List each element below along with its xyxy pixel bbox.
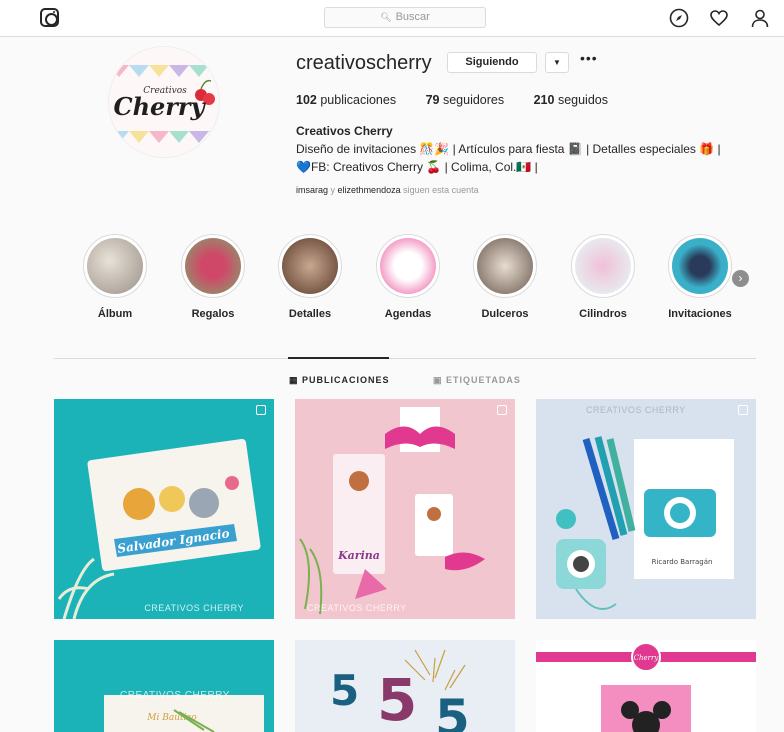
search-icon: 🔍︎ <box>380 12 392 22</box>
post-watermark: CREATIVOS CHERRY <box>307 603 407 613</box>
tab-posts-label: PUBLICACIONES <box>302 375 390 385</box>
carousel-icon <box>256 405 266 415</box>
highlight-ring <box>83 234 147 298</box>
highlight-ring <box>571 234 635 298</box>
highlight-thumbnail <box>87 238 143 294</box>
highlight-label: Dulceros <box>481 308 529 320</box>
top-nav: 🔍︎ Buscar <box>0 0 784 37</box>
posts-label: publicaciones <box>320 93 397 107</box>
post-2-image: Karina <box>299 407 485 615</box>
post-1-image: Salvador Ignacio <box>57 438 261 619</box>
post-4[interactable]: Mi Bautizo CREATIVOS CHERRY <box>54 640 274 732</box>
post-5-number: 5 <box>330 666 359 715</box>
post-6-image: Cherry <box>536 642 756 732</box>
highlight-ring <box>668 234 732 298</box>
more-options-icon[interactable]: ••• <box>580 50 598 66</box>
highlight-ring <box>278 234 342 298</box>
suggestions-dropdown-button[interactable]: ▼ <box>545 52 569 73</box>
avatar-logo: Creativos Cherry <box>109 47 219 157</box>
post-1[interactable]: Salvador Ignacio CREATIVOS CHERRY <box>54 399 274 619</box>
post-5-image: 5 5 5 <box>330 649 470 732</box>
highlight-ring <box>376 234 440 298</box>
profile-icon[interactable] <box>750 8 770 28</box>
post-watermark: CREATIVOS CHERRY <box>120 690 230 701</box>
post-6-brand: Cherry <box>634 654 660 662</box>
carousel-icon <box>497 405 507 415</box>
followers-count: 79 <box>425 93 440 107</box>
followed-by-suffix: siguen esta cuenta <box>403 185 479 195</box>
followed-by-user-1[interactable]: imsarag <box>296 185 328 195</box>
post-5[interactable]: 5 5 5 <box>295 640 515 732</box>
highlight-label: Cilindros <box>579 308 627 320</box>
post-4-image: Mi Bautizo <box>104 695 264 732</box>
post-3-image: Ricardo Barragán <box>556 436 734 610</box>
highlight-label: Detalles <box>288 308 332 320</box>
highlight-thumbnail <box>672 238 728 294</box>
highlight-thumbnail <box>282 238 338 294</box>
highlight-label: Regalos <box>191 308 235 320</box>
followed-by-user-2[interactable]: elizethmendoza <box>338 185 401 195</box>
bio-line-1: Diseño de invitaciones 🎊🎉 | Artículos pa… <box>296 142 721 156</box>
profile-full-name: Creativos Cherry <box>296 124 393 138</box>
highlight-thumbnail <box>575 238 631 294</box>
heart-icon[interactable] <box>709 8 729 28</box>
followed-by: imsarag y elizethmendoza siguen esta cue… <box>296 185 479 195</box>
following-stat[interactable]: 210 seguidos <box>534 93 608 107</box>
active-tab-indicator <box>288 357 389 359</box>
search-placeholder: Buscar <box>395 11 430 23</box>
tab-tagged[interactable]: ▣ ETIQUETADAS <box>433 375 521 386</box>
post-5-number-right: 5 <box>435 689 470 732</box>
posts-stat[interactable]: 102 publicaciones <box>296 93 396 107</box>
post-3-name: Ricardo Barragán <box>652 558 713 566</box>
profile-username: creativoscherry <box>296 52 432 74</box>
following-count: 210 <box>533 93 555 107</box>
highlight-album[interactable]: Álbum <box>70 234 160 320</box>
highlight-detalles[interactable]: Detalles <box>265 234 355 320</box>
followed-by-sep: y <box>330 185 336 195</box>
following-button[interactable]: Siguiendo <box>447 52 537 73</box>
post-2-name: Karina <box>337 549 380 562</box>
highlight-agendas[interactable]: Agendas <box>363 234 453 320</box>
highlights-next-arrow-icon[interactable]: › <box>732 270 749 287</box>
post-watermark: CREATIVOS CHERRY <box>586 405 686 415</box>
profile-bio: Creativos Cherry Diseño de invitaciones … <box>296 122 721 176</box>
following-label: seguidos <box>557 93 608 107</box>
profile-avatar[interactable]: Creativos Cherry <box>108 46 220 158</box>
compass-icon[interactable] <box>669 8 689 28</box>
followers-label: seguidores <box>442 93 505 107</box>
instagram-icon[interactable] <box>40 8 59 27</box>
tagged-icon: ▣ <box>433 375 443 385</box>
post-2[interactable]: Karina CREATIVOS CHERRY <box>295 399 515 619</box>
highlight-label: Invitaciones <box>668 308 732 320</box>
chevron-down-icon: ▼ <box>553 58 561 67</box>
post-6[interactable]: Cherry <box>536 640 756 732</box>
profile-stats: 102 publicaciones 79 seguidores 210 segu… <box>296 93 634 107</box>
post-watermark: CREATIVOS CHERRY <box>144 603 244 613</box>
search-input[interactable]: 🔍︎ Buscar <box>324 7 486 28</box>
posts-count: 102 <box>296 93 317 107</box>
followers-stat[interactable]: 79 seguidores <box>426 93 505 107</box>
tabs-divider <box>54 358 756 359</box>
bio-line-2: 💙FB: Creativos Cherry 🍒 | Colima, Col.🇲🇽… <box>296 160 538 174</box>
post-5-number-big: 5 <box>377 666 417 732</box>
highlight-ring <box>181 234 245 298</box>
highlight-thumbnail <box>185 238 241 294</box>
highlight-label: Álbum <box>97 308 133 320</box>
highlight-dulceros[interactable]: Dulceros <box>460 234 550 320</box>
carousel-icon <box>738 405 748 415</box>
tab-posts[interactable]: ▦ PUBLICACIONES <box>289 375 390 386</box>
grid-icon: ▦ <box>289 375 299 385</box>
highlight-regalos[interactable]: Regalos <box>168 234 258 320</box>
tab-tagged-label: ETIQUETADAS <box>446 375 521 385</box>
highlight-cilindros[interactable]: Cilindros <box>558 234 648 320</box>
highlight-ring <box>473 234 537 298</box>
highlight-thumbnail <box>477 238 533 294</box>
highlight-thumbnail <box>380 238 436 294</box>
post-3[interactable]: Ricardo Barragán CREATIVOS CHERRY <box>536 399 756 619</box>
highlight-label: Agendas <box>384 308 432 320</box>
avatar-text: Cherry <box>113 92 206 121</box>
